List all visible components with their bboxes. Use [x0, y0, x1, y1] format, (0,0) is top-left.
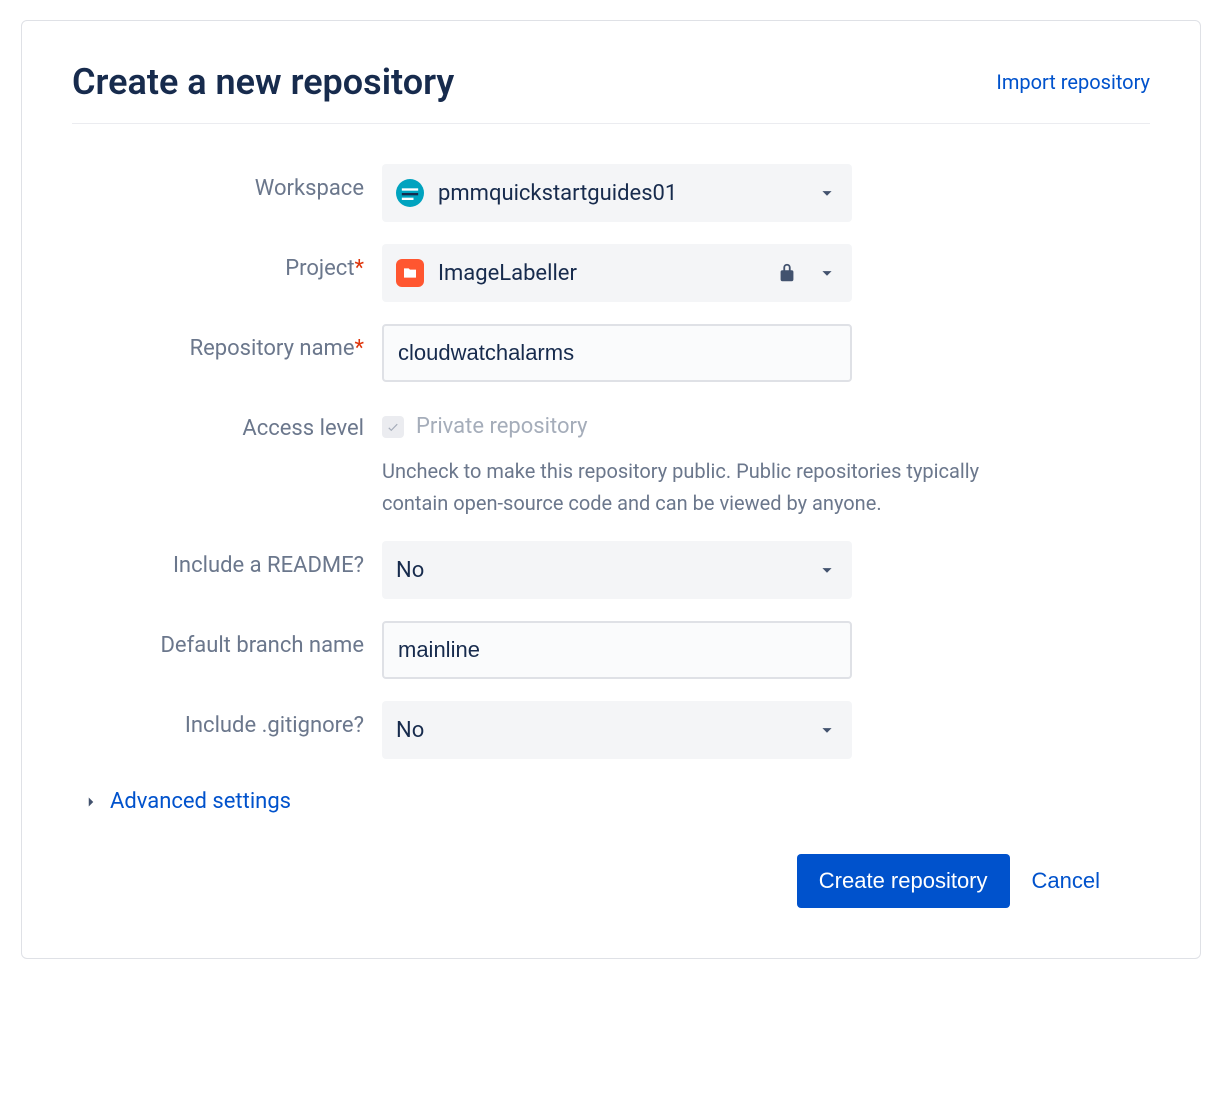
repo-name-label: Repository name*: [72, 324, 382, 361]
gitignore-select[interactable]: No: [382, 701, 852, 759]
readme-row: Include a README? No: [72, 541, 1150, 599]
workspace-label: Workspace: [72, 164, 382, 201]
access-level-label: Access level: [72, 404, 382, 441]
create-repository-form: Create a new repository Import repositor…: [21, 20, 1201, 959]
branch-name-input[interactable]: [382, 621, 852, 679]
private-checkbox-label: Private repository: [416, 414, 588, 439]
readme-label: Include a README?: [72, 541, 382, 578]
readme-select[interactable]: No: [382, 541, 852, 599]
cancel-button[interactable]: Cancel: [1032, 868, 1100, 894]
chevron-down-icon: [816, 559, 838, 581]
private-checkbox[interactable]: [382, 416, 404, 438]
project-value: ImageLabeller: [438, 261, 776, 286]
project-select[interactable]: ImageLabeller: [382, 244, 852, 302]
workspace-row: Workspace pmmquickstartguides01: [72, 164, 1150, 222]
check-icon: [386, 420, 400, 434]
workspace-avatar-icon: [396, 179, 424, 207]
import-repository-link[interactable]: Import repository: [996, 70, 1150, 94]
page-title: Create a new repository: [72, 61, 454, 103]
project-row: Project* ImageLabeller: [72, 244, 1150, 302]
project-icon: [396, 259, 424, 287]
branch-name-row: Default branch name: [72, 621, 1150, 679]
repo-name-input[interactable]: [382, 324, 852, 382]
chevron-right-icon: [82, 793, 100, 811]
access-help-text: Uncheck to make this repository public. …: [382, 455, 1002, 519]
access-level-row: Access level Private repository Uncheck …: [72, 404, 1150, 519]
repo-name-row: Repository name*: [72, 324, 1150, 382]
advanced-settings-label: Advanced settings: [110, 789, 291, 814]
gitignore-label: Include .gitignore?: [72, 701, 382, 738]
lock-icon: [776, 262, 798, 284]
advanced-settings-toggle[interactable]: Advanced settings: [72, 789, 1150, 814]
readme-value: No: [396, 558, 816, 583]
create-repository-button[interactable]: Create repository: [797, 854, 1010, 908]
workspace-select[interactable]: pmmquickstartguides01: [382, 164, 852, 222]
chevron-down-icon: [816, 182, 838, 204]
workspace-value: pmmquickstartguides01: [438, 181, 816, 206]
form-actions: Create repository Cancel: [72, 854, 1150, 908]
branch-name-label: Default branch name: [72, 621, 382, 658]
form-header: Create a new repository Import repositor…: [72, 61, 1150, 124]
gitignore-row: Include .gitignore? No: [72, 701, 1150, 759]
project-label: Project*: [72, 244, 382, 281]
chevron-down-icon: [816, 719, 838, 741]
gitignore-value: No: [396, 718, 816, 743]
chevron-down-icon: [816, 262, 838, 284]
